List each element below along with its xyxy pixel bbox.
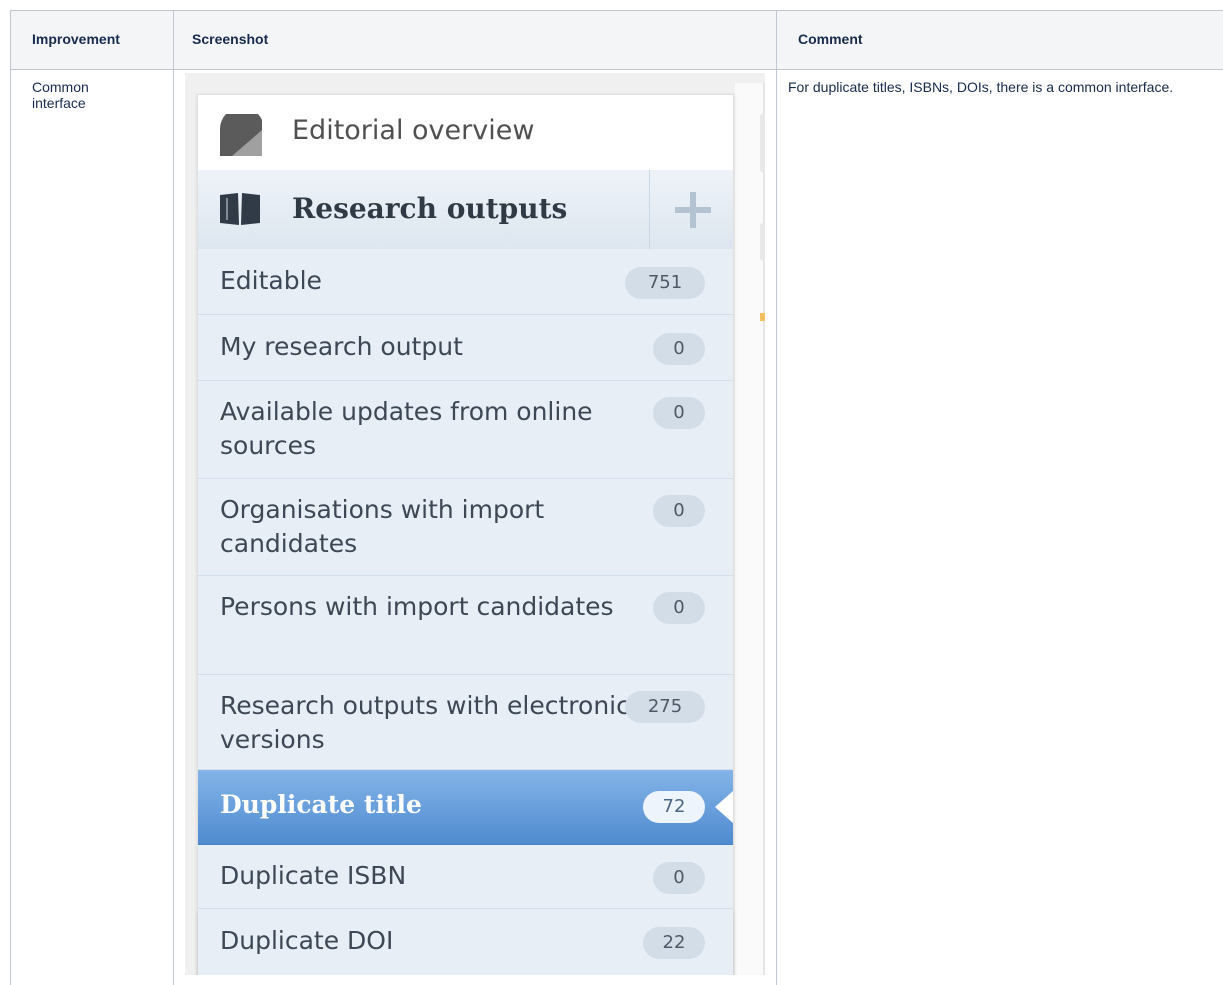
- list-item-label: Organisations with import candidates: [220, 495, 545, 558]
- list-item-my-research-output[interactable]: My research output 0: [198, 315, 733, 381]
- list-item-electronic-versions[interactable]: Research outputs with electronic version…: [198, 675, 733, 770]
- count-badge: 0: [653, 495, 705, 527]
- list-item-label: Available updates from online sources: [220, 397, 593, 460]
- list-item-duplicate-doi[interactable]: Duplicate DOI 22: [198, 909, 733, 975]
- ui-fragment: [760, 113, 765, 173]
- header-improvement: Improvement: [32, 31, 120, 47]
- ui-fragment: [760, 313, 765, 321]
- improvement-cell: Common interface: [32, 79, 89, 111]
- list-item-label: Persons with import candidates: [220, 592, 614, 621]
- header-screenshot: Screenshot: [192, 31, 269, 47]
- list-item-duplicate-isbn[interactable]: Duplicate ISBN 0: [198, 845, 733, 909]
- list-item-label: Duplicate title: [220, 790, 422, 819]
- research-outputs-header[interactable]: Research outputs: [198, 170, 733, 250]
- column-divider: [776, 10, 777, 985]
- active-pointer: [715, 791, 733, 823]
- count-badge: 72: [643, 791, 705, 823]
- open-book-icon: [220, 193, 260, 225]
- editorial-overview-label: Editorial overview: [292, 115, 535, 146]
- ui-fragment: [760, 223, 765, 261]
- content-area: [735, 83, 765, 975]
- list-item-editable[interactable]: Editable 751: [198, 249, 733, 315]
- list-item-label: Duplicate ISBN: [220, 861, 407, 890]
- comment-cell: For duplicate titles, ISBNs, DOIs, there…: [788, 79, 1174, 95]
- list-item-label: Duplicate DOI: [220, 926, 394, 955]
- research-outputs-list: Editable 751 My research output 0 Availa…: [198, 249, 733, 975]
- list-item-label: My research output: [220, 332, 463, 361]
- research-outputs-label: Research outputs: [292, 192, 568, 225]
- pie-chart-icon: [220, 114, 262, 156]
- count-badge: 275: [625, 691, 705, 723]
- list-item-available-updates[interactable]: Available updates from online sources 0: [198, 381, 733, 479]
- header-comment: Comment: [798, 31, 863, 47]
- count-badge: 0: [653, 333, 705, 365]
- count-badge: 0: [653, 592, 705, 624]
- table-border: [10, 10, 11, 985]
- sidebar-panel: Editorial overview Research outputs Edit…: [197, 94, 734, 975]
- list-item-label: Editable: [220, 266, 322, 295]
- count-badge: 0: [653, 862, 705, 894]
- list-item-persons-import[interactable]: Persons with import candidates 0: [198, 576, 733, 675]
- add-plus-icon[interactable]: [673, 190, 713, 230]
- list-item-label: Research outputs with electronic version…: [220, 691, 630, 754]
- column-divider: [173, 10, 174, 985]
- header-separator: [649, 170, 650, 249]
- list-item-duplicate-title[interactable]: Duplicate title 72: [198, 770, 733, 845]
- count-badge: 22: [643, 927, 705, 959]
- embedded-screenshot: Editorial overview Research outputs Edit…: [185, 73, 765, 975]
- editorial-overview-row[interactable]: Editorial overview: [198, 95, 733, 171]
- count-badge: 0: [653, 397, 705, 429]
- count-badge: 751: [625, 267, 705, 299]
- content-edge: [763, 83, 765, 975]
- list-item-organisations-import[interactable]: Organisations with import candidates 0: [198, 479, 733, 576]
